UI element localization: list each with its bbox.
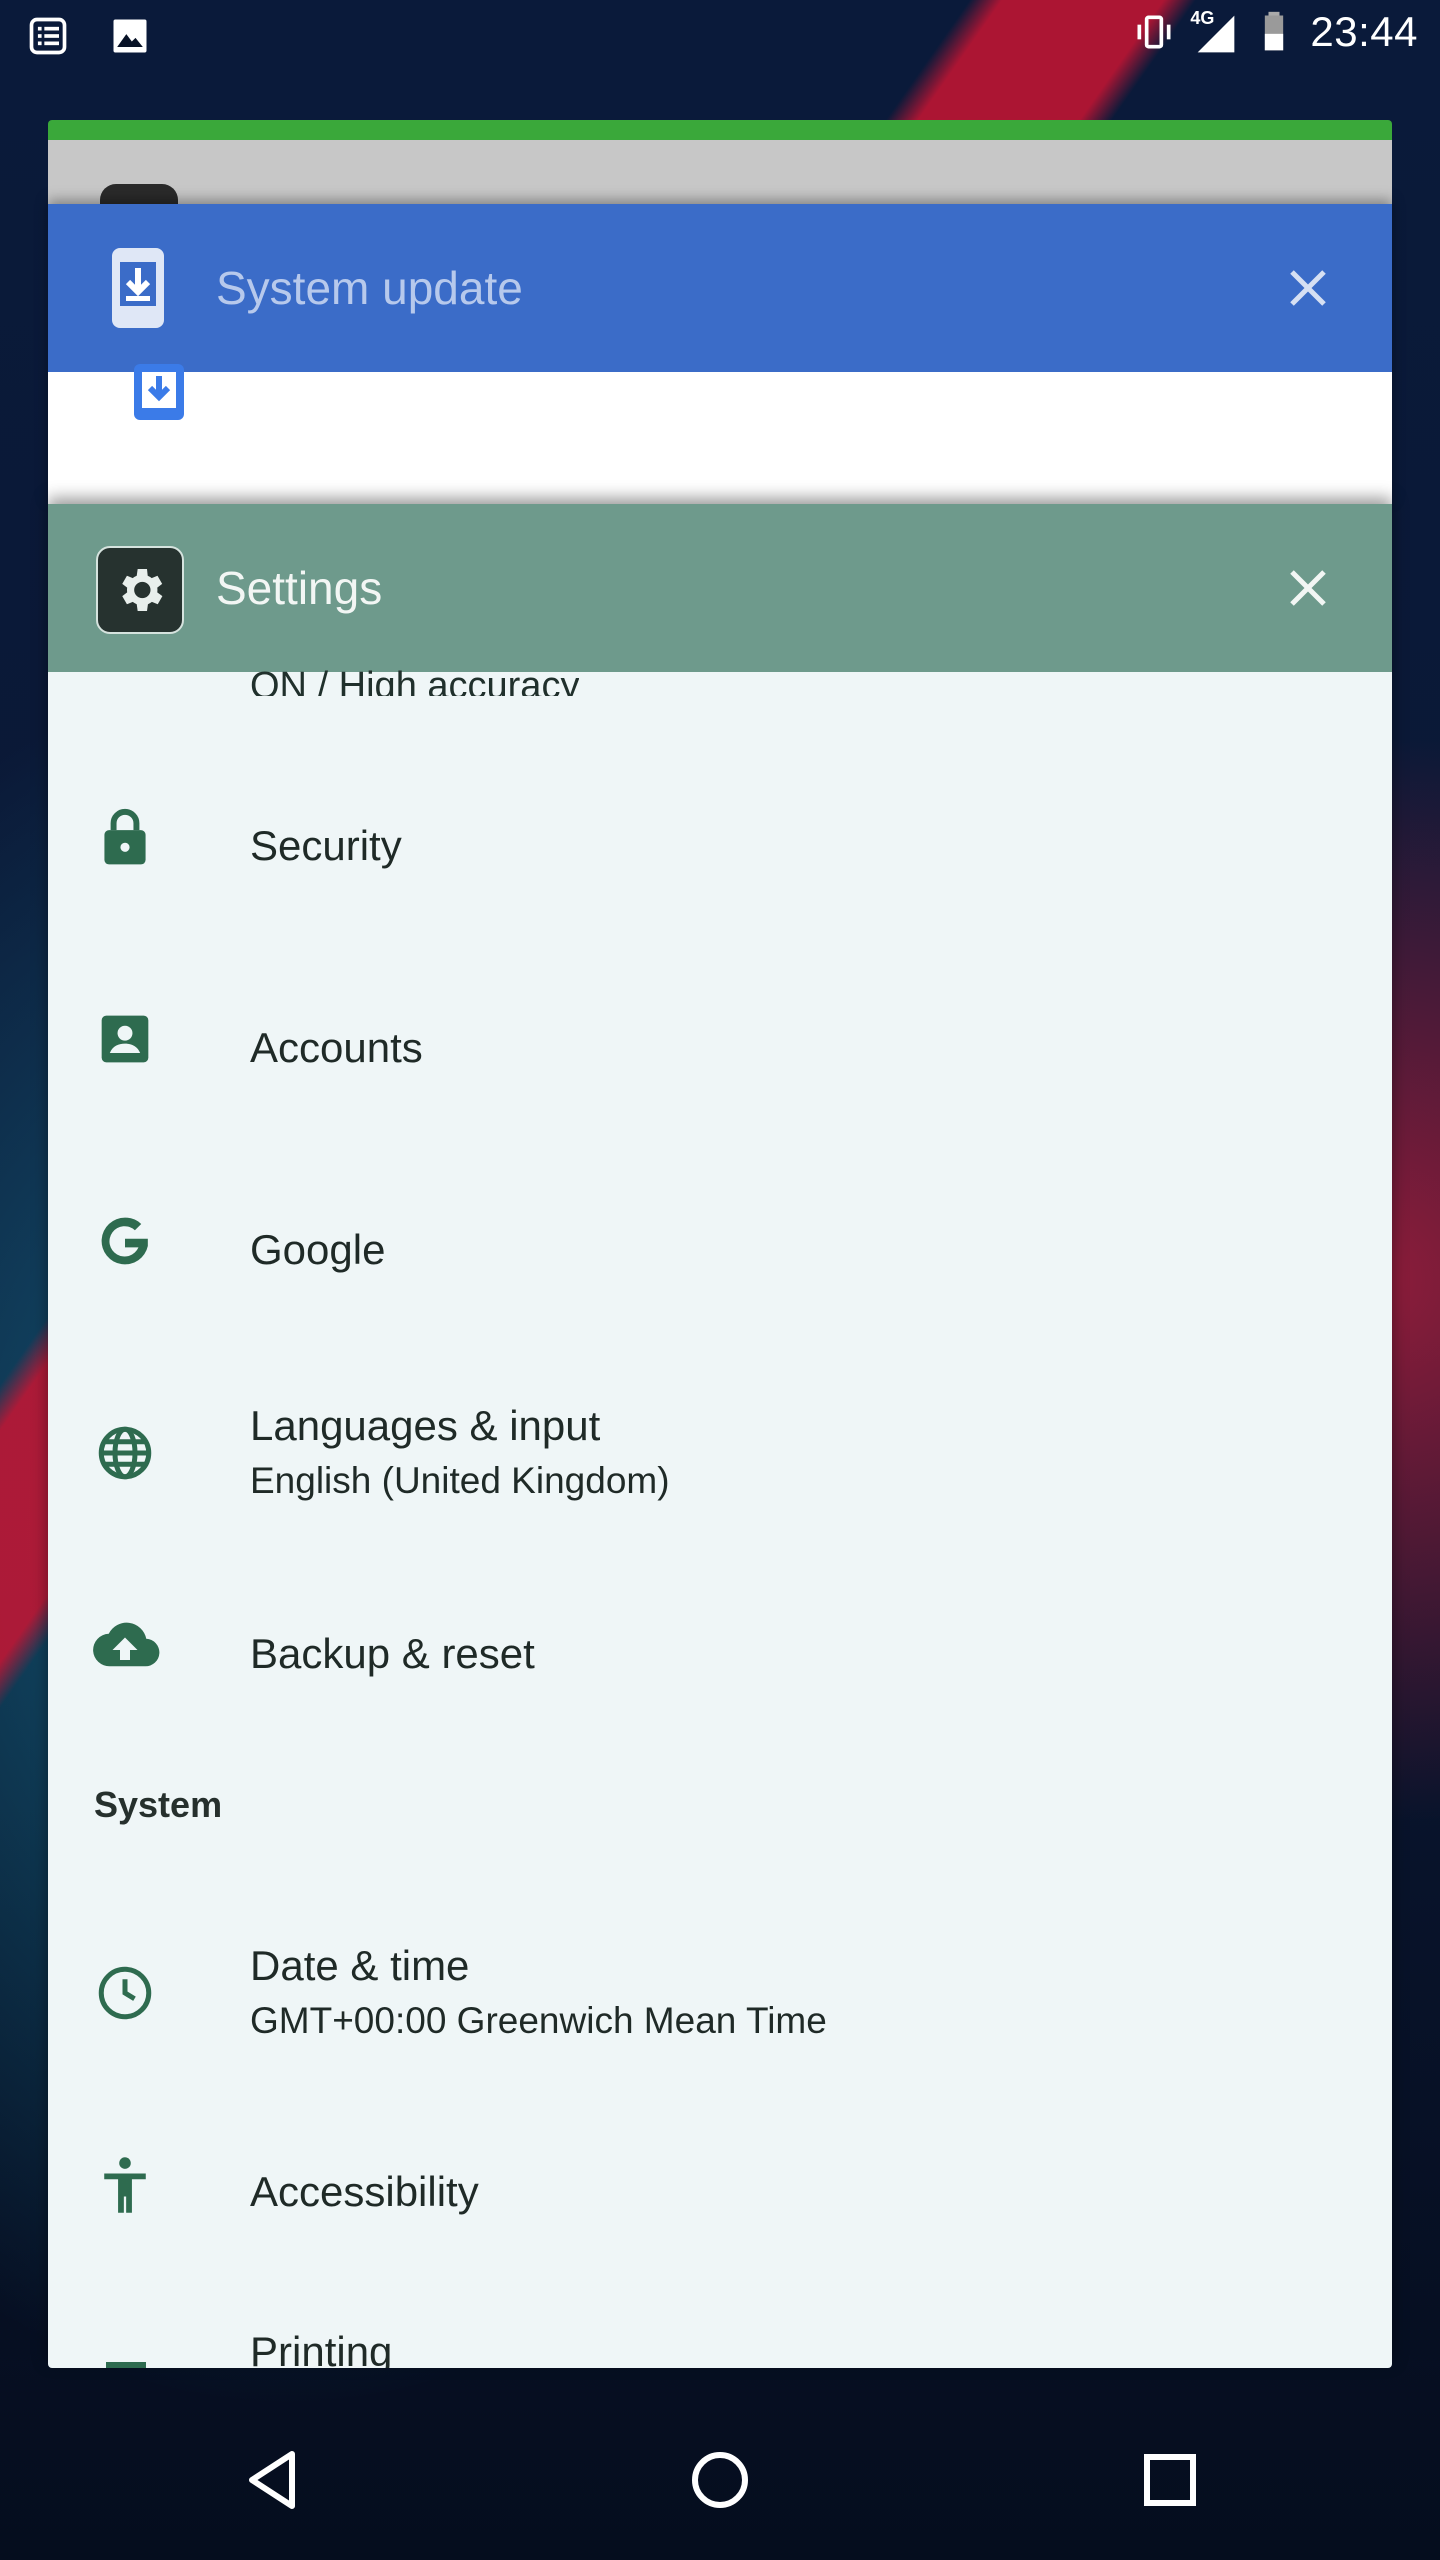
image-icon (108, 14, 152, 58)
settings-item-label: Languages & input (250, 1402, 601, 1449)
settings-item-accounts[interactable]: Accounts (48, 994, 1392, 1104)
close-card-button[interactable] (1280, 260, 1336, 316)
settings-item-summary: GMT+00:00 Greenwich Mean Time (250, 2000, 827, 2041)
home-button[interactable] (680, 2440, 760, 2520)
back-button[interactable] (232, 2440, 312, 2520)
google-icon (90, 1206, 160, 1276)
cloud-upload-icon (90, 1610, 160, 1680)
close-icon (1290, 270, 1326, 306)
settings-item-accessibility[interactable]: Accessibility (48, 2138, 1392, 2248)
navigation-bar (0, 2400, 1440, 2560)
status-bar: 4G 23:44 (0, 0, 1440, 74)
settings-item-security[interactable]: Security (48, 792, 1392, 902)
back-icon (249, 2451, 295, 2509)
accessibility-icon (90, 2150, 160, 2220)
settings-item-label: Accounts (250, 1024, 423, 1071)
settings-item-label: Security (250, 822, 402, 869)
lock-icon (90, 802, 160, 872)
recents-icon (1144, 2454, 1196, 2506)
settings-item-label: Google (250, 1226, 386, 1273)
network-4g-signal-icon: 4G (1190, 8, 1238, 56)
clock-icon (90, 1958, 160, 2028)
globe-icon (90, 1418, 160, 1488)
settings-item-date-time[interactable]: Date & time GMT+00:00 Greenwich Mean Tim… (48, 1924, 1392, 2064)
location-summary: ON / High accuracy (250, 665, 580, 696)
close-card-button[interactable] (1280, 560, 1336, 616)
system-update-icon (130, 364, 188, 424)
settings-item-label: Accessibility (250, 2168, 479, 2215)
notification-list-icon (26, 14, 70, 58)
account-box-icon (90, 1004, 160, 1074)
section-header-system: System (94, 1784, 223, 1825)
settings-item-backup-reset[interactable]: Backup & reset (48, 1600, 1392, 1710)
settings-item-printing[interactable]: Printing (48, 2318, 1392, 2368)
system-update-icon (96, 246, 180, 330)
settings-item-label: Date & time (250, 1942, 470, 1989)
settings-item-label: Printing (250, 2328, 393, 2368)
close-icon (1290, 570, 1326, 606)
card-header: Settings (48, 504, 1392, 672)
card-header: System update (48, 204, 1392, 372)
print-icon (106, 2362, 146, 2368)
clock: 23:44 (1310, 8, 1418, 55)
settings-item-summary: English (United Kingdom) (250, 1460, 670, 1501)
home-icon (692, 2452, 748, 2508)
recents-button[interactable] (1130, 2440, 1210, 2520)
settings-item-languages[interactable]: Languages & input English (United Kingdo… (48, 1384, 1392, 1524)
gear-icon (96, 546, 184, 634)
card-title: Settings (216, 562, 383, 614)
battery-icon (1252, 10, 1296, 54)
card-title: System update (216, 262, 523, 314)
settings-item-label: Backup & reset (250, 1630, 535, 1677)
recent-card-settings[interactable]: Settings ON / High accuracy Security Acc… (48, 504, 1392, 2368)
settings-item-google[interactable]: Google (48, 1196, 1392, 1306)
vibrate-icon (1132, 10, 1176, 54)
recent-card-system-update[interactable]: System update (48, 204, 1392, 504)
